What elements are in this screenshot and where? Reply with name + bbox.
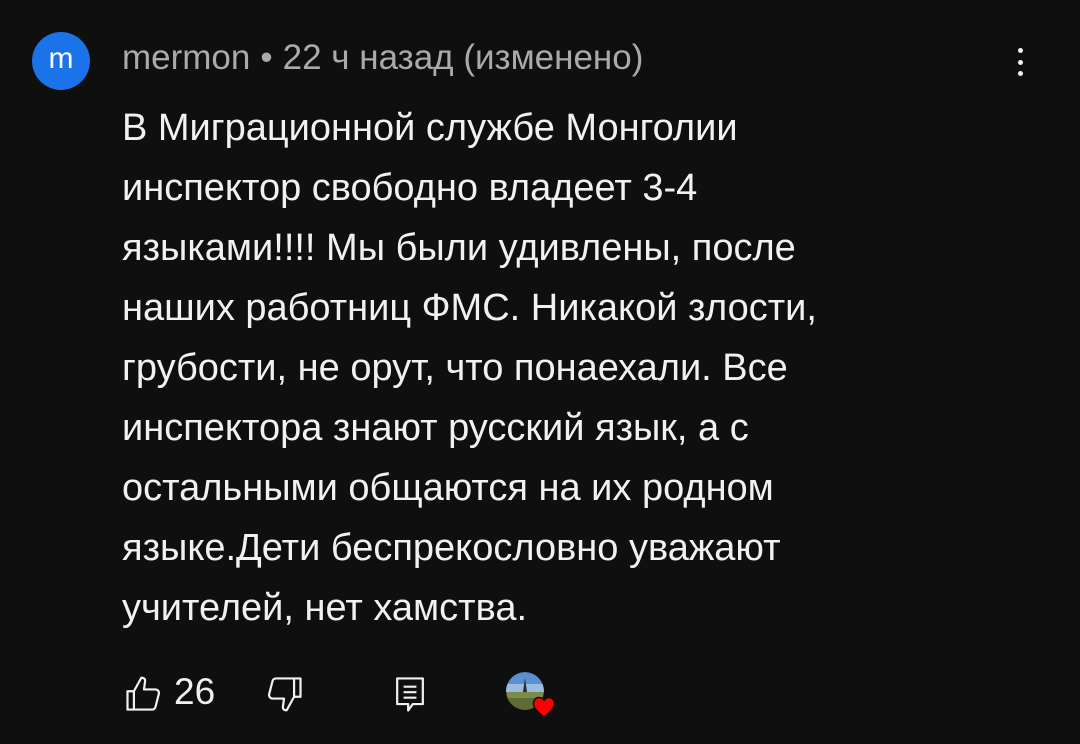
menu-dot: [1017, 59, 1023, 65]
heart-icon: [532, 696, 556, 718]
menu-dot: [1017, 48, 1023, 53]
thumb-up-icon[interactable]: [122, 672, 166, 716]
like-count: 26: [174, 671, 216, 712]
more-vert-icon[interactable]: [1006, 42, 1034, 82]
menu-dot: [1017, 71, 1023, 76]
comment-text: В Миграционной службе Монголии инспектор…: [122, 107, 817, 629]
creator-heart[interactable]: [506, 672, 558, 724]
author-name[interactable]: mermon: [122, 38, 250, 77]
comment: m mermon • 22 ч назад (изменено) В Миграци…: [0, 0, 1080, 744]
reply-icon[interactable]: [388, 672, 432, 716]
avatar[interactable]: m: [32, 32, 90, 90]
comment-header: mermon • 22 ч назад (изменено): [122, 36, 643, 80]
comment-actions: 26: [122, 664, 622, 720]
avatar-letter: m: [48, 42, 74, 75]
comment-time[interactable]: 22 ч назад: [283, 38, 454, 77]
header-separator: •: [260, 38, 273, 77]
thumb-down-icon[interactable]: [262, 672, 306, 716]
edited-label: (изменено): [463, 38, 644, 77]
